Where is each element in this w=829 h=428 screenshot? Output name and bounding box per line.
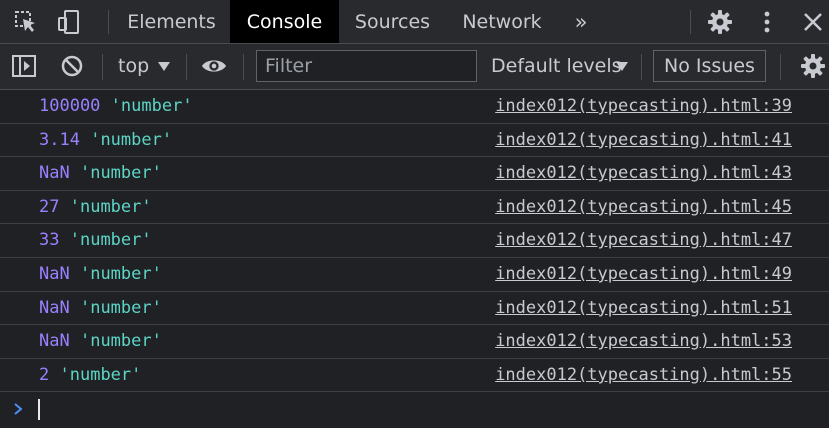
source-link[interactable]: index012(typecasting).html:53 [495, 331, 792, 351]
source-link[interactable]: index012(typecasting).html:47 [495, 230, 792, 250]
log-type: 'number' [79, 331, 162, 352]
log-type: 'number' [79, 297, 162, 318]
log-output: NaN 'number' [39, 264, 162, 284]
tabbar-divider [108, 10, 109, 34]
log-value: 2 [39, 364, 50, 385]
prompt-chevron-icon [12, 401, 24, 421]
console-message: 100000 'number' index012(typecasting).ht… [0, 90, 829, 124]
log-value: 3.14 [39, 129, 80, 150]
source-link[interactable]: index012(typecasting).html:45 [495, 197, 792, 217]
close-devtools-icon[interactable] [800, 8, 826, 36]
tab-sources[interactable]: Sources [341, 0, 444, 43]
source-link[interactable]: index012(typecasting).html:43 [495, 163, 792, 183]
clear-console-icon[interactable] [59, 52, 85, 80]
console-prompt[interactable] [0, 392, 829, 428]
inspect-element-icon[interactable] [13, 8, 39, 36]
log-value: 33 [39, 230, 60, 251]
source-link[interactable]: index012(typecasting).html:51 [495, 298, 792, 318]
toolbar-divider [641, 54, 642, 80]
source-link[interactable]: index012(typecasting).html:39 [495, 96, 792, 116]
console-message: 33 'number' index012(typecasting).html:4… [0, 224, 829, 258]
log-type: 'number' [59, 364, 142, 385]
log-value: NaN [39, 263, 70, 284]
log-type: 'number' [90, 129, 173, 150]
log-output: NaN 'number' [39, 163, 162, 183]
console-message: 2 'number' index012(typecasting).html:55 [0, 359, 829, 393]
toolbar-divider [186, 54, 187, 80]
toolbar-divider [780, 54, 781, 80]
log-type: 'number' [110, 96, 193, 116]
log-type: 'number' [69, 230, 152, 251]
log-output: NaN 'number' [39, 298, 162, 318]
console-messages: 100000 'number' index012(typecasting).ht… [0, 90, 829, 393]
console-toolbar: top Default levels No Issues [0, 44, 829, 90]
log-output: 100000 'number' [39, 96, 193, 116]
source-link[interactable]: index012(typecasting).html:55 [495, 365, 792, 385]
levels-dropdown-icon[interactable] [615, 58, 629, 77]
tab-network[interactable]: Network [446, 0, 558, 43]
issues-button[interactable]: No Issues [653, 50, 766, 82]
source-link[interactable]: index012(typecasting).html:41 [495, 130, 792, 150]
log-value: NaN [39, 331, 70, 352]
toolbar-divider [243, 54, 244, 80]
filter-input[interactable] [256, 50, 477, 82]
settings-gear-icon[interactable] [707, 8, 733, 36]
text-cursor [38, 399, 40, 420]
log-type: 'number' [79, 163, 162, 184]
tab-console[interactable]: Console [230, 0, 339, 43]
devtools-tabbar: Elements Console Sources Network » [0, 0, 829, 44]
console-settings-gear-icon[interactable] [800, 52, 826, 80]
log-type: 'number' [69, 196, 152, 217]
console-message: NaN 'number' index012(typecasting).html:… [0, 325, 829, 359]
live-expression-eye-icon[interactable] [201, 52, 227, 80]
device-toolbar-icon[interactable] [56, 8, 82, 36]
log-output: 2 'number' [39, 365, 141, 385]
more-tabs-button[interactable]: » [563, 0, 599, 43]
source-link[interactable]: index012(typecasting).html:49 [495, 264, 792, 284]
show-sidebar-icon[interactable] [11, 52, 37, 80]
log-value: NaN [39, 163, 70, 184]
tab-elements[interactable]: Elements [115, 0, 228, 43]
console-message: NaN 'number' index012(typecasting).html:… [0, 157, 829, 191]
more-options-icon[interactable] [754, 8, 780, 36]
console-message: NaN 'number' index012(typecasting).html:… [0, 292, 829, 326]
log-type: 'number' [79, 263, 162, 284]
console-message: 27 'number' index012(typecasting).html:4… [0, 191, 829, 225]
context-selector[interactable]: top [118, 55, 149, 77]
log-output: 33 'number' [39, 230, 152, 250]
console-message: 3.14 'number' index012(typecasting).html… [0, 124, 829, 158]
context-dropdown-icon[interactable] [157, 58, 171, 77]
console-message: NaN 'number' index012(typecasting).html:… [0, 258, 829, 292]
log-output: 3.14 'number' [39, 130, 172, 150]
log-value: NaN [39, 297, 70, 318]
log-output: NaN 'number' [39, 331, 162, 351]
log-levels-dropdown[interactable]: Default levels [491, 55, 622, 77]
log-output: 27 'number' [39, 197, 152, 217]
log-value: 100000 [39, 96, 101, 116]
tabbar-divider-right [690, 10, 691, 34]
log-value: 27 [39, 196, 60, 217]
toolbar-divider [102, 54, 103, 80]
